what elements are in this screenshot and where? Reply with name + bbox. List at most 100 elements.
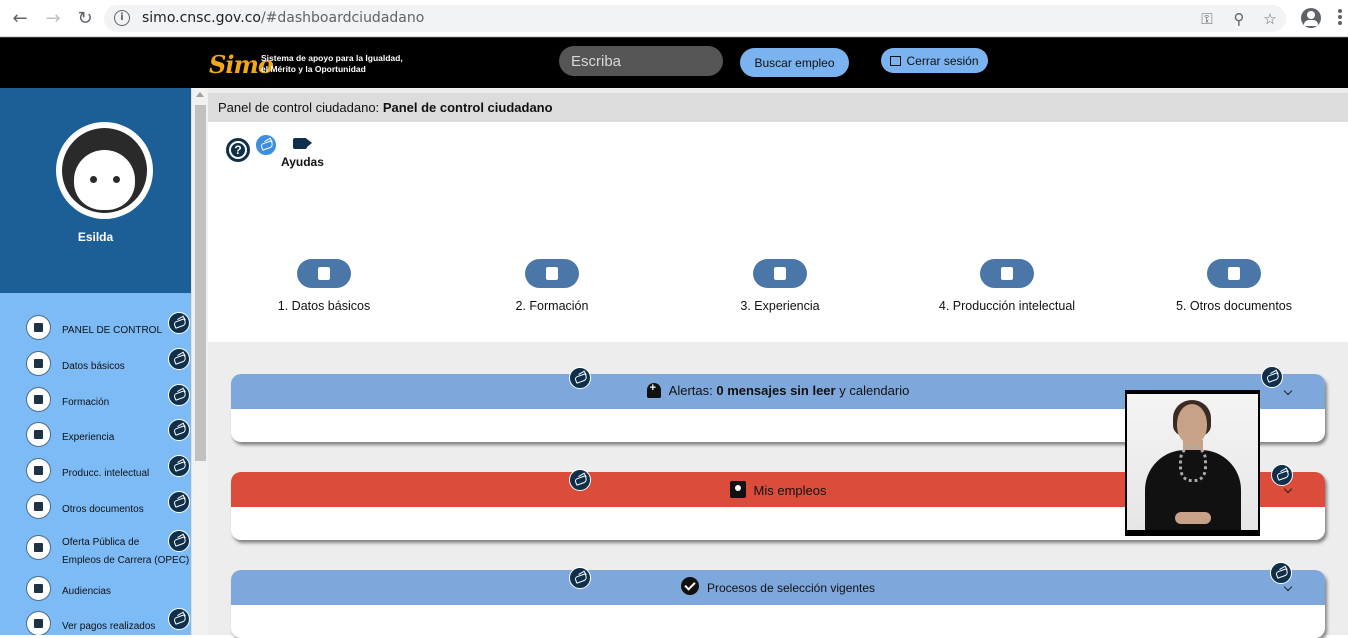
- url-path: /#dashboardciudadano: [260, 10, 425, 26]
- progress-panel: ? Ayudas 1. Datos básicos 2. Formación 3…: [208, 122, 1348, 342]
- sidebar-item-opec[interactable]: Oferta Pública de Empleos de Carrera (OPE…: [26, 530, 191, 570]
- sidebar-item-formacion[interactable]: Formación: [26, 384, 191, 414]
- library-icon[interactable]: [980, 259, 1034, 288]
- step-experiencia[interactable]: 3. Experiencia: [680, 259, 880, 319]
- simo-logo[interactable]: Simo Sistema de apoyo para la Igualdad, e…: [209, 46, 403, 82]
- sign-language-icon[interactable]: [255, 134, 277, 156]
- sidebar-item-label: Ver pagos realizados: [62, 621, 156, 632]
- sidebar-item-label: Audiencias: [62, 586, 111, 597]
- sign-language-icon[interactable]: [569, 367, 591, 389]
- sign-language-icon[interactable]: [168, 455, 190, 477]
- site-header: Simo Sistema de apoyo para la Igualdad, e…: [0, 37, 1348, 88]
- address-bar[interactable]: i simo.cnsc.gov.co/#dashboardciudadano ⚿…: [104, 5, 1286, 32]
- audience-icon: [26, 576, 51, 601]
- sidebar-item-label: Experiencia: [62, 432, 115, 443]
- sidebar-item-panel-de-control[interactable]: PANEL DE CONTROL: [26, 312, 191, 342]
- breadcrumb-bar: Panel de control ciudadano: Panel de con…: [208, 93, 1348, 122]
- step-otros-documentos[interactable]: 5. Otros documentos: [1134, 259, 1334, 319]
- sign-language-icon[interactable]: [1270, 562, 1292, 584]
- zoom-icon[interactable]: ⚲: [1230, 10, 1248, 28]
- logout-button[interactable]: Cerrar sesión: [881, 48, 988, 73]
- browser-toolbar: ← → ↻ i simo.cnsc.gov.co/#dashboardciuda…: [0, 0, 1348, 37]
- step-formacion[interactable]: 2. Formación: [452, 259, 652, 319]
- site-info-icon[interactable]: i: [114, 10, 130, 26]
- step-label: 3. Experiencia: [740, 299, 820, 313]
- logo-tagline: Sistema de apoyo para la Igualdad, el Mér…: [261, 53, 403, 75]
- user-profile-area: Esilda: [0, 88, 191, 293]
- id-badge-icon: [729, 481, 746, 498]
- briefcase-icon[interactable]: [753, 259, 807, 288]
- sign-language-icon[interactable]: [569, 567, 591, 589]
- avatar-face: [62, 128, 147, 213]
- sidebar-item-otros-documentos[interactable]: Otros documentos: [26, 491, 191, 521]
- avatar[interactable]: [56, 122, 153, 219]
- alerts-suffix: y calendario: [839, 383, 910, 398]
- url-text[interactable]: simo.cnsc.gov.co/#dashboardciudadano: [142, 10, 424, 26]
- user-name: Esilda: [77, 230, 114, 244]
- processes-title: Procesos de selección vigentes: [231, 577, 1325, 595]
- alerts-prefix: Alertas:: [668, 383, 713, 398]
- sidebar-item-audiencias[interactable]: Audiencias: [26, 573, 191, 603]
- sidebar-item-label: Otros documentos: [62, 504, 144, 515]
- sign-language-icon[interactable]: [168, 419, 190, 441]
- search-input[interactable]: [559, 46, 723, 76]
- people-icon[interactable]: [297, 259, 351, 288]
- sidebar-item-experiencia[interactable]: Experiencia: [26, 419, 191, 449]
- sign-language-icon[interactable]: [168, 608, 190, 630]
- sign-language-icon[interactable]: [1271, 464, 1293, 486]
- step-datos-basicos[interactable]: 1. Datos básicos: [224, 259, 424, 319]
- step-produccion-intelectual[interactable]: 4. Producción intelectual: [907, 259, 1107, 319]
- sign-language-icon[interactable]: [569, 469, 591, 491]
- book-icon: [26, 387, 51, 412]
- book-icon[interactable]: [525, 259, 579, 288]
- breadcrumb: Panel de control ciudadano: Panel de con…: [218, 100, 553, 115]
- logout-label: Cerrar sesión: [906, 53, 979, 68]
- sign-language-icon[interactable]: [168, 384, 190, 406]
- sidebar-item-produccion-intelectual[interactable]: Producc. intelectual: [26, 455, 191, 485]
- document-icon: [26, 494, 51, 519]
- sidebar-item-label: Producc. intelectual: [62, 468, 150, 479]
- step-label: 1. Datos básicos: [277, 299, 371, 313]
- sign-language-icon[interactable]: [168, 312, 190, 334]
- step-label: 5. Otros documentos: [1175, 299, 1293, 313]
- key-icon[interactable]: ⚿: [1198, 10, 1216, 28]
- dashboard-icon: [26, 315, 51, 340]
- sign-language-icon[interactable]: [168, 530, 190, 552]
- search-jobs-button[interactable]: Buscar empleo: [740, 48, 849, 77]
- processes-title-text: Procesos de selección vigentes: [706, 581, 876, 595]
- check-circle-icon: [680, 577, 699, 595]
- bookmark-star-icon[interactable]: ☆: [1261, 10, 1279, 28]
- forward-arrow-icon[interactable]: →: [42, 8, 64, 30]
- help-label[interactable]: Ayudas: [281, 155, 324, 169]
- sidebar-scrollbar[interactable]: [191, 88, 208, 635]
- sidebar-item-label: Formación: [62, 397, 110, 408]
- avatar-skin: [74, 150, 135, 210]
- help-icon[interactable]: ?: [226, 138, 250, 162]
- sidebar-item-label-line2: Empleos de Carrera (OPEC): [62, 555, 190, 566]
- main-content: Panel de control ciudadano: Panel de con…: [208, 88, 1348, 638]
- document-icon[interactable]: [1207, 259, 1261, 288]
- sidebar-item-label-line1: Oferta Pública de: [62, 537, 140, 548]
- avatar-eye-right: [113, 176, 120, 183]
- sidebar-item-ver-pagos[interactable]: Ver pagos realizados: [26, 608, 191, 635]
- scrollbar-thumb[interactable]: [195, 105, 206, 461]
- video-camera-icon[interactable]: [293, 138, 307, 149]
- sidebar-item-datos-basicos[interactable]: Datos básicos: [26, 348, 191, 378]
- logo-tagline-line1: Sistema de apoyo para la Igualdad,: [261, 53, 403, 63]
- sidebar-item-label: PANEL DE CONTROL: [62, 325, 163, 336]
- processes-card-header[interactable]: Procesos de selección vigentes: [231, 570, 1325, 605]
- browser-menu-icon[interactable]: [1338, 9, 1342, 27]
- interpreter-hands: [1175, 512, 1211, 524]
- alerts-unread-count: 0 mensajes sin leer: [716, 383, 836, 398]
- scroll-up-arrow-icon[interactable]: [196, 92, 204, 97]
- briefcase-icon: [26, 422, 51, 447]
- sign-language-icon[interactable]: [168, 491, 190, 513]
- sign-language-icon[interactable]: [168, 348, 190, 370]
- sign-language-icon[interactable]: [1261, 366, 1283, 388]
- back-arrow-icon[interactable]: ←: [9, 8, 31, 30]
- bell-icon: [646, 382, 661, 398]
- reload-icon[interactable]: ↻: [74, 8, 96, 30]
- sign-language-interpreter-video[interactable]: [1125, 390, 1260, 536]
- profile-icon[interactable]: [1301, 8, 1321, 28]
- step-label: 2. Formación: [515, 299, 589, 313]
